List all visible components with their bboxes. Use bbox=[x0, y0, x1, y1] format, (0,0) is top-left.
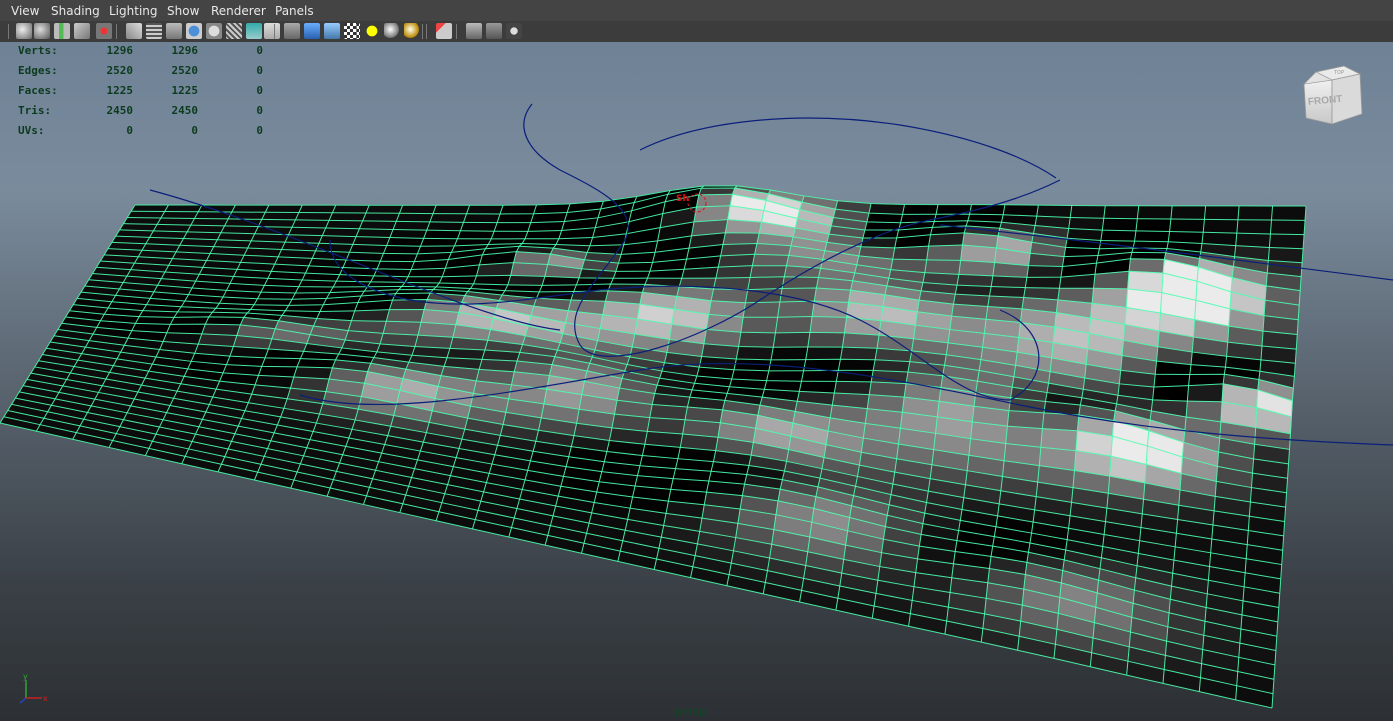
axis-indicator: y x bbox=[19, 672, 48, 704]
hud-value: 1296 bbox=[106, 44, 134, 57]
toolbar-separator bbox=[116, 24, 117, 39]
hud-value: 1225 bbox=[171, 84, 199, 97]
hud-row-uvs: UVs: 0 0 0 bbox=[18, 124, 278, 144]
resolution-gate-icon[interactable] bbox=[186, 23, 202, 39]
select-camera-icon[interactable] bbox=[16, 23, 32, 39]
menu-shading[interactable]: Shading bbox=[51, 4, 100, 18]
camera-name-label: persp bbox=[675, 705, 706, 718]
toolbar-separator bbox=[426, 24, 427, 39]
field-chart-icon[interactable] bbox=[226, 23, 242, 39]
z-axis-line bbox=[19, 697, 27, 704]
hud-label: Verts: bbox=[18, 44, 58, 57]
camera-attributes-icon[interactable] bbox=[34, 23, 50, 39]
panel-toolbar bbox=[0, 21, 1393, 43]
wireframe-icon[interactable] bbox=[284, 23, 300, 39]
film-gate-icon[interactable] bbox=[166, 23, 182, 39]
hud-value: 0 bbox=[256, 124, 263, 137]
hud-value: 0 bbox=[256, 104, 263, 117]
hud-value: 0 bbox=[256, 44, 263, 57]
toolbar-separator bbox=[356, 24, 357, 39]
menu-view[interactable]: View bbox=[11, 4, 39, 18]
smooth-shade-icon[interactable] bbox=[304, 23, 320, 39]
gate-mask-icon[interactable] bbox=[206, 23, 222, 39]
nurbs-curve[interactable] bbox=[639, 117, 1057, 179]
hud-value: 1296 bbox=[171, 44, 199, 57]
shadows-icon[interactable] bbox=[384, 23, 400, 39]
hud-value: 0 bbox=[256, 84, 263, 97]
3d-viewport[interactable]: Verts: 1296 1296 0 Edges: 2520 2520 0 Fa… bbox=[0, 42, 1393, 721]
view-cube-top-label: TOP bbox=[1334, 70, 1345, 76]
grease-pencil-icon[interactable] bbox=[126, 23, 142, 39]
hud-value: 1225 bbox=[106, 84, 134, 97]
menu-panels[interactable]: Panels bbox=[275, 4, 314, 18]
toolbar-separator bbox=[8, 24, 9, 39]
safe-action-icon[interactable] bbox=[246, 23, 262, 39]
use-all-lights-icon[interactable] bbox=[364, 23, 380, 39]
share-icon[interactable] bbox=[506, 23, 522, 39]
hud-row-faces: Faces: 1225 1225 0 bbox=[18, 84, 278, 104]
hud-label: Faces: bbox=[18, 84, 58, 97]
ambient-occlusion-icon[interactable] bbox=[404, 23, 420, 39]
panel-menu-bar: View Shading Lighting Show Renderer Pane… bbox=[0, 0, 1393, 21]
toolbar-separator bbox=[456, 24, 457, 39]
xray-joints-icon[interactable] bbox=[486, 23, 502, 39]
grid-icon[interactable] bbox=[146, 23, 162, 39]
hud-label: Tris: bbox=[18, 104, 52, 117]
menu-show[interactable]: Show bbox=[167, 4, 199, 18]
isolate-select-icon[interactable] bbox=[436, 23, 452, 39]
hud-value: 2450 bbox=[171, 104, 199, 117]
hud-value: 0 bbox=[191, 124, 198, 137]
safe-title-icon[interactable] bbox=[264, 23, 280, 39]
hud-label: Edges: bbox=[18, 64, 58, 77]
hud-value: 0 bbox=[256, 64, 263, 77]
poly-count-hud: Verts: 1296 1296 0 Edges: 2520 2520 0 Fa… bbox=[18, 44, 278, 144]
maya-perspective-panel: View Shading Lighting Show Renderer Pane… bbox=[0, 0, 1393, 721]
2d-pan-zoom-icon[interactable] bbox=[96, 23, 112, 39]
menu-lighting[interactable]: Lighting bbox=[109, 4, 158, 18]
menu-renderer[interactable]: Renderer bbox=[211, 4, 266, 18]
hud-row-edges: Edges: 2520 2520 0 bbox=[18, 64, 278, 84]
hud-value: 2450 bbox=[106, 104, 134, 117]
hud-value: 2520 bbox=[171, 64, 199, 77]
pivot-manipulator-label: Sh bbox=[676, 194, 689, 204]
bookmarks-icon[interactable] bbox=[54, 23, 70, 39]
textured-icon[interactable] bbox=[344, 23, 360, 39]
xray-icon[interactable] bbox=[466, 23, 482, 39]
hud-row-tris: Tris: 2450 2450 0 bbox=[18, 104, 278, 124]
hud-value: 0 bbox=[126, 124, 133, 137]
image-plane-icon[interactable] bbox=[74, 23, 90, 39]
y-axis-label: y bbox=[23, 672, 28, 681]
x-axis-label: x bbox=[43, 694, 48, 703]
hud-label: UVs: bbox=[18, 124, 45, 137]
toolbar-separator bbox=[274, 24, 275, 39]
bounding-box-icon[interactable] bbox=[324, 23, 340, 39]
hud-row-verts: Verts: 1296 1296 0 bbox=[18, 44, 278, 64]
terrain-faces bbox=[0, 185, 1307, 709]
view-cube[interactable]: FRONT TOP bbox=[1300, 62, 1372, 134]
hud-value: 2520 bbox=[106, 64, 134, 77]
toolbar-separator bbox=[422, 24, 423, 39]
